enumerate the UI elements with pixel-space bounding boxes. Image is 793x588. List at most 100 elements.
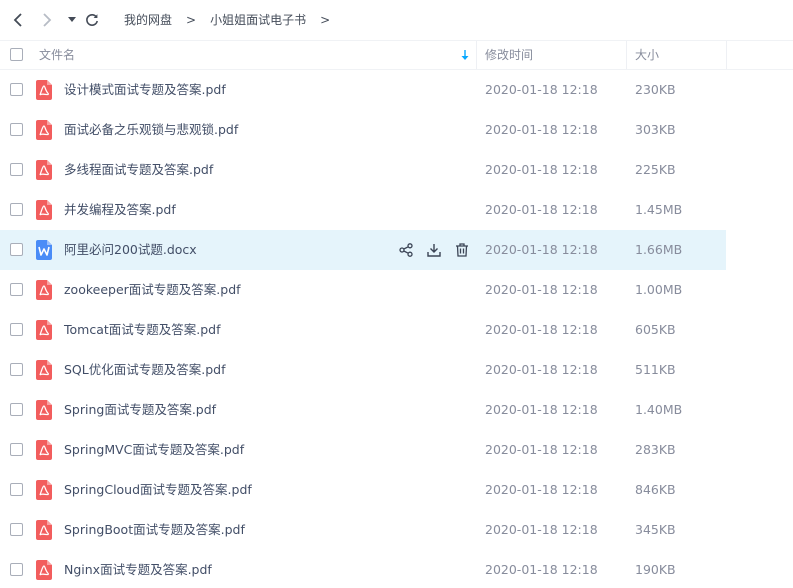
pdf-file-icon — [35, 480, 53, 500]
file-name[interactable]: 多线程面试专题及答案.pdf — [64, 150, 213, 190]
row-checkbox[interactable] — [10, 483, 23, 496]
download-button[interactable] — [425, 241, 443, 259]
row-checkbox[interactable] — [10, 563, 23, 576]
file-size: 283KB — [635, 442, 676, 457]
column-divider[interactable] — [626, 41, 627, 69]
file-modified: 2020-01-18 12:18 — [485, 482, 598, 497]
download-icon — [427, 244, 441, 257]
pdf-file-icon — [35, 440, 53, 460]
file-name[interactable]: Tomcat面试专题及答案.pdf — [64, 310, 221, 350]
file-name[interactable]: 并发编程及答案.pdf — [64, 190, 176, 230]
file-modified: 2020-01-18 12:18 — [485, 202, 598, 217]
file-row[interactable]: SQL优化面试专题及答案.pdf 2020-01-18 12:18 511KB — [0, 350, 793, 390]
row-checkbox[interactable] — [10, 123, 23, 136]
row-checkbox[interactable] — [10, 163, 23, 176]
file-row[interactable]: Nginx面试专题及答案.pdf 2020-01-18 12:18 190KB — [0, 550, 793, 588]
pdf-file-icon — [35, 160, 53, 180]
file-name[interactable]: Nginx面试专题及答案.pdf — [64, 550, 212, 588]
file-name[interactable]: 设计模式面试专题及答案.pdf — [64, 70, 226, 110]
file-modified: 2020-01-18 12:18 — [485, 522, 598, 537]
breadcrumb: 我的网盘 > 小姐姐面试电子书 > — [124, 11, 344, 28]
row-checkbox[interactable] — [10, 323, 23, 336]
file-size: 1.66MB — [635, 242, 683, 257]
column-header-size[interactable]: 大小 — [635, 41, 659, 69]
file-row[interactable]: SpringCloud面试专题及答案.pdf 2020-01-18 12:18 84… — [0, 470, 793, 510]
file-name[interactable]: Spring面试专题及答案.pdf — [64, 390, 216, 430]
history-dropdown-button[interactable] — [62, 9, 82, 31]
pdf-file-icon — [35, 320, 53, 340]
file-row[interactable]: Tomcat面试专题及答案.pdf 2020-01-18 12:18 605KB — [0, 310, 793, 350]
file-modified: 2020-01-18 12:18 — [485, 442, 598, 457]
toolbar: 我的网盘 > 小姐姐面试电子书 > — [0, 0, 793, 40]
row-checkbox[interactable] — [10, 363, 23, 376]
row-checkbox[interactable] — [10, 203, 23, 216]
file-size: 511KB — [635, 362, 676, 377]
file-size: 225KB — [635, 162, 676, 177]
breadcrumb-separator: > — [186, 12, 197, 27]
breadcrumb-item-root[interactable]: 我的网盘 — [124, 11, 172, 28]
column-header-modified[interactable]: 修改时间 — [485, 41, 533, 69]
forward-button[interactable] — [37, 9, 57, 31]
file-modified: 2020-01-18 12:18 — [485, 282, 598, 297]
row-checkbox[interactable] — [10, 283, 23, 296]
delete-button[interactable] — [453, 241, 471, 259]
file-name[interactable]: SpringBoot面试专题及答案.pdf — [64, 510, 245, 550]
pdf-file-icon — [35, 560, 53, 580]
refresh-button[interactable] — [82, 9, 102, 31]
caret-down-icon — [68, 17, 76, 22]
pdf-file-icon — [35, 80, 53, 100]
file-modified: 2020-01-18 12:18 — [485, 122, 598, 137]
file-size: 605KB — [635, 322, 676, 337]
file-modified: 2020-01-18 12:18 — [485, 162, 598, 177]
file-row[interactable]: SpringMVC面试专题及答案.pdf 2020-01-18 12:18 283K… — [0, 430, 793, 470]
file-name[interactable]: 面试必备之乐观锁与悲观锁.pdf — [64, 110, 238, 150]
share-icon — [399, 243, 413, 257]
file-row[interactable]: 面试必备之乐观锁与悲观锁.pdf 2020-01-18 12:18 303KB — [0, 110, 793, 150]
sort-down-arrow-icon[interactable] — [461, 50, 469, 61]
chevron-left-icon — [13, 13, 22, 27]
file-name[interactable]: 阿里必问200试题.docx — [64, 230, 197, 270]
file-size: 846KB — [635, 482, 676, 497]
back-button[interactable] — [8, 9, 28, 31]
pdf-file-icon — [35, 360, 53, 380]
file-name[interactable]: SpringCloud面试专题及答案.pdf — [64, 470, 252, 510]
file-row[interactable]: Spring面试专题及答案.pdf 2020-01-18 12:18 1.40MB — [0, 390, 793, 430]
column-divider[interactable] — [476, 41, 477, 69]
file-list-header: 文件名 修改时间 大小 — [0, 40, 793, 70]
share-button[interactable] — [397, 241, 415, 259]
file-size: 230KB — [635, 82, 676, 97]
file-name[interactable]: SQL优化面试专题及答案.pdf — [64, 350, 225, 390]
file-modified: 2020-01-18 12:18 — [485, 362, 598, 377]
file-size: 190KB — [635, 562, 676, 577]
breadcrumb-item-folder[interactable]: 小姐姐面试电子书 — [210, 11, 306, 28]
file-row[interactable]: zookeeper面试专题及答案.pdf 2020-01-18 12:18 1.00… — [0, 270, 793, 310]
column-header-name[interactable]: 文件名 — [39, 41, 75, 69]
pdf-file-icon — [35, 400, 53, 420]
row-checkbox[interactable] — [10, 243, 23, 256]
word-file-icon — [35, 240, 53, 260]
refresh-icon — [86, 13, 98, 26]
pdf-file-icon — [35, 200, 53, 220]
file-row[interactable]: SpringBoot面试专题及答案.pdf 2020-01-18 12:18 345… — [0, 510, 793, 550]
row-checkbox[interactable] — [10, 403, 23, 416]
file-row[interactable]: 阿里必问200试题.docx 2020-01-18 12:18 1.66MB — [0, 230, 793, 270]
column-divider[interactable] — [726, 41, 727, 69]
file-size: 1.40MB — [635, 402, 683, 417]
pdf-file-icon — [35, 120, 53, 140]
file-row[interactable]: 并发编程及答案.pdf 2020-01-18 12:18 1.45MB — [0, 190, 793, 230]
row-actions — [397, 241, 481, 259]
file-modified: 2020-01-18 12:18 — [485, 402, 598, 417]
file-row[interactable]: 设计模式面试专题及答案.pdf 2020-01-18 12:18 230KB — [0, 70, 793, 110]
file-name[interactable]: SpringMVC面试专题及答案.pdf — [64, 430, 244, 470]
select-all-checkbox[interactable] — [10, 48, 23, 61]
file-modified: 2020-01-18 12:18 — [485, 82, 598, 97]
row-checkbox[interactable] — [10, 523, 23, 536]
file-row[interactable]: 多线程面试专题及答案.pdf 2020-01-18 12:18 225KB — [0, 150, 793, 190]
file-name[interactable]: zookeeper面试专题及答案.pdf — [64, 270, 241, 310]
file-size: 1.00MB — [635, 282, 683, 297]
file-size: 345KB — [635, 522, 676, 537]
row-checkbox[interactable] — [10, 443, 23, 456]
row-checkbox[interactable] — [10, 83, 23, 96]
file-modified: 2020-01-18 12:18 — [485, 322, 598, 337]
file-size: 303KB — [635, 122, 676, 137]
